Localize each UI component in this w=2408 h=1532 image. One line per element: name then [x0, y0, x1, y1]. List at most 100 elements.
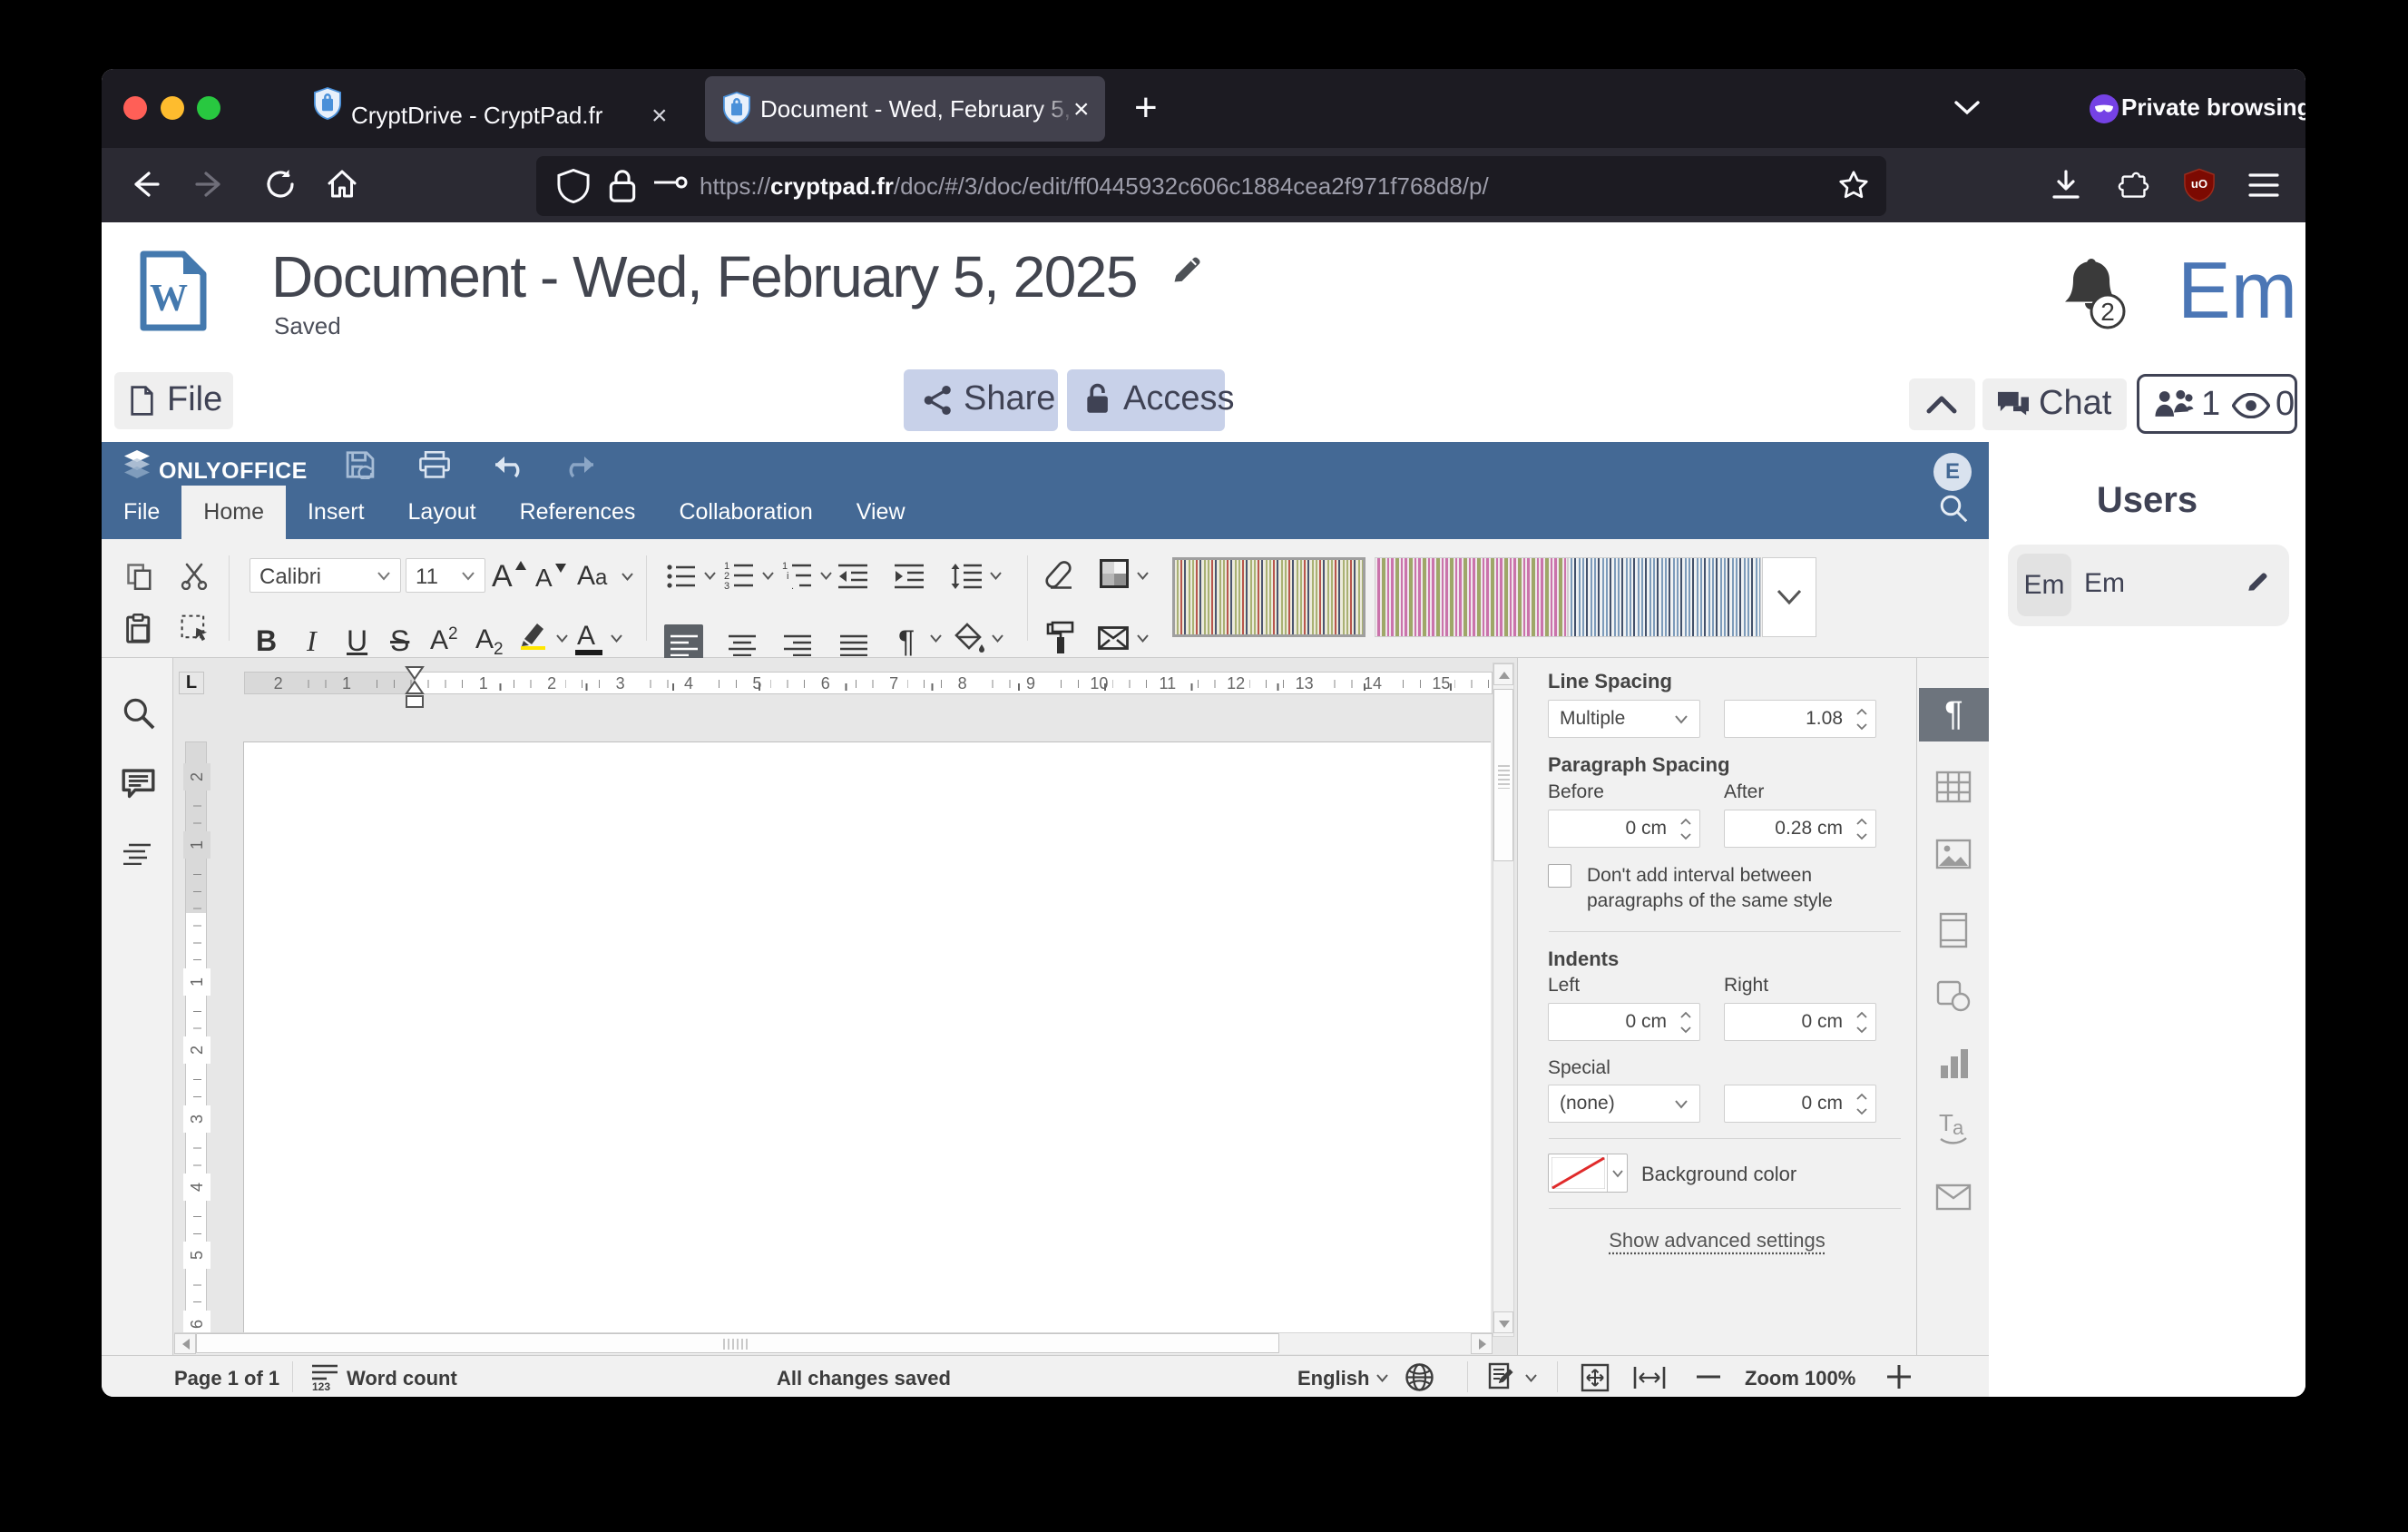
shading-caret-icon[interactable] — [991, 633, 1004, 643]
advanced-settings-link[interactable]: Show advanced settings — [1518, 1229, 1916, 1252]
clear-style-eraser-icon[interactable] — [1043, 561, 1074, 590]
cut-icon[interactable] — [180, 563, 209, 590]
fit-width-icon[interactable] — [1633, 1363, 1666, 1392]
collapse-toolbar-button[interactable] — [1909, 378, 1975, 430]
maximize-window-button[interactable] — [197, 96, 220, 120]
account-menu[interactable]: Em — [2178, 250, 2297, 330]
access-button[interactable]: Access — [1067, 369, 1225, 431]
office-avatar[interactable]: E — [1933, 453, 1972, 491]
print-icon[interactable] — [419, 451, 450, 478]
office-menu-tab[interactable]: File — [102, 486, 181, 539]
fit-page-icon[interactable] — [1581, 1363, 1610, 1392]
highlight-color-button[interactable] — [517, 619, 548, 650]
multilevel-list-icon[interactable]: 1i. — [782, 561, 813, 590]
subscript-button[interactable]: A2 — [475, 624, 504, 660]
document-title[interactable]: Document - Wed, February 5, 2025 — [271, 243, 1137, 310]
tab-cryptdrive[interactable]: CryptDrive - CryptPad.fr × — [314, 76, 695, 142]
office-menu-tab[interactable]: View — [835, 486, 927, 539]
highlight-caret-icon[interactable] — [555, 633, 569, 643]
office-menu-tab[interactable]: Insert — [286, 486, 387, 539]
line-spacing-spinner[interactable]: 1.08 — [1724, 700, 1876, 738]
notifications-bell-icon[interactable]: 2 — [2061, 258, 2130, 332]
ublock-icon[interactable]: uO — [2183, 168, 2216, 202]
tab-stop-selector[interactable]: L — [179, 672, 204, 694]
chart-settings-tab[interactable] — [1935, 1046, 1972, 1082]
navigation-icon[interactable] — [123, 843, 153, 865]
office-menu-tab[interactable]: Collaboration — [657, 486, 834, 539]
extensions-puzzle-icon[interactable] — [2117, 168, 2151, 202]
font-color-button[interactable]: A — [577, 621, 595, 652]
office-menu-tab[interactable]: Home — [181, 486, 286, 539]
underline-button[interactable]: U — [347, 624, 367, 658]
save-icon[interactable] — [345, 450, 376, 479]
tab-close-icon[interactable]: × — [1073, 94, 1090, 125]
paragraph-settings-tab[interactable]: ¶ — [1919, 688, 1989, 741]
vertical-scroll-thumb[interactable] — [1493, 689, 1513, 861]
url-bar[interactable]: https://cryptpad.fr/doc/#/3/doc/edit/ff0… — [536, 156, 1886, 216]
indent-left-spinner[interactable]: 0 cm — [1548, 1003, 1700, 1041]
paste-icon[interactable] — [125, 614, 153, 644]
new-tab-button[interactable]: + — [1134, 85, 1158, 131]
line-spacing-icon[interactable] — [951, 563, 982, 590]
menu-hamburger-icon[interactable] — [2248, 172, 2279, 199]
mail-merge-icon[interactable] — [1098, 626, 1129, 650]
chat-button[interactable]: Chat — [1982, 378, 2127, 430]
color-scheme-icon[interactable] — [1100, 559, 1129, 588]
horizontal-scroll-thumb[interactable] — [196, 1333, 1279, 1353]
interval-checkbox[interactable] — [1548, 864, 1571, 888]
horizontal-scrollbar[interactable] — [174, 1332, 1493, 1354]
justify-button[interactable] — [840, 634, 867, 656]
scroll-left-arrow[interactable] — [182, 1339, 190, 1350]
zoom-in-button[interactable] — [1885, 1360, 1913, 1394]
tracking-shield-icon[interactable] — [557, 169, 590, 203]
lock-icon[interactable] — [607, 169, 638, 203]
home-icon[interactable] — [325, 167, 359, 201]
bookmark-star-icon[interactable] — [1837, 169, 1870, 201]
scroll-up-arrow[interactable] — [1499, 672, 1510, 679]
textart-settings-tab[interactable]: Ta — [1935, 1109, 1972, 1145]
line-spacing-select[interactable]: Multiple — [1548, 700, 1700, 738]
style-preview-no-spacing[interactable] — [1375, 557, 1568, 637]
align-center-button[interactable] — [729, 634, 756, 656]
office-menu-tab[interactable]: References — [498, 486, 658, 539]
align-right-button[interactable] — [784, 634, 811, 656]
spacing-after-spinner[interactable]: 0.28 cm — [1724, 810, 1876, 848]
format-painter-icon[interactable] — [1045, 621, 1074, 655]
document-page[interactable] — [243, 741, 1491, 1340]
zoom-out-button[interactable] — [1695, 1365, 1722, 1389]
language-selector[interactable]: English — [1297, 1367, 1369, 1390]
spellcheck-globe-icon[interactable] — [1405, 1362, 1434, 1392]
mail-merge-settings-tab[interactable] — [1935, 1183, 1972, 1220]
select-all-icon[interactable] — [180, 614, 210, 644]
edit-title-pencil-icon[interactable] — [1170, 253, 1203, 286]
shading-bucket-icon[interactable] — [953, 623, 985, 655]
nonprinting-caret-icon[interactable] — [929, 633, 943, 643]
undo-icon[interactable] — [492, 456, 524, 477]
vertical-ruler[interactable]: 21 123456 — [185, 741, 207, 1332]
table-settings-tab[interactable] — [1935, 769, 1972, 805]
line-spacing-caret-icon[interactable] — [989, 571, 1003, 581]
edit-user-pencil-icon[interactable] — [2246, 570, 2269, 594]
reload-icon[interactable] — [264, 168, 297, 201]
track-changes-caret-icon[interactable] — [1524, 1373, 1538, 1383]
minimize-window-button[interactable] — [161, 96, 184, 120]
numbered-list-caret-icon[interactable] — [761, 571, 775, 581]
multilevel-caret-icon[interactable] — [819, 571, 833, 581]
office-menu-tab[interactable]: Layout — [387, 486, 498, 539]
file-menu-button[interactable]: File — [114, 372, 233, 429]
indent-right-spinner[interactable]: 0 cm — [1724, 1003, 1876, 1041]
language-caret-icon[interactable] — [1375, 1373, 1389, 1383]
first-line-indent-marker[interactable] — [404, 666, 426, 709]
font-color-caret-icon[interactable] — [610, 633, 623, 643]
permissions-icon[interactable] — [652, 175, 690, 199]
font-size-select[interactable]: 11 — [406, 558, 485, 593]
scroll-down-arrow[interactable] — [1499, 1321, 1510, 1328]
share-button[interactable]: Share — [904, 369, 1058, 431]
presence-counter[interactable]: 1 0 — [2137, 374, 2297, 434]
redo-icon[interactable] — [564, 456, 597, 477]
header-footer-settings-tab[interactable] — [1935, 912, 1972, 948]
forward-icon[interactable] — [193, 167, 228, 201]
style-gallery-expand[interactable] — [1762, 557, 1816, 637]
bullet-list-caret-icon[interactable] — [703, 571, 717, 581]
track-changes-icon[interactable] — [1488, 1362, 1519, 1391]
